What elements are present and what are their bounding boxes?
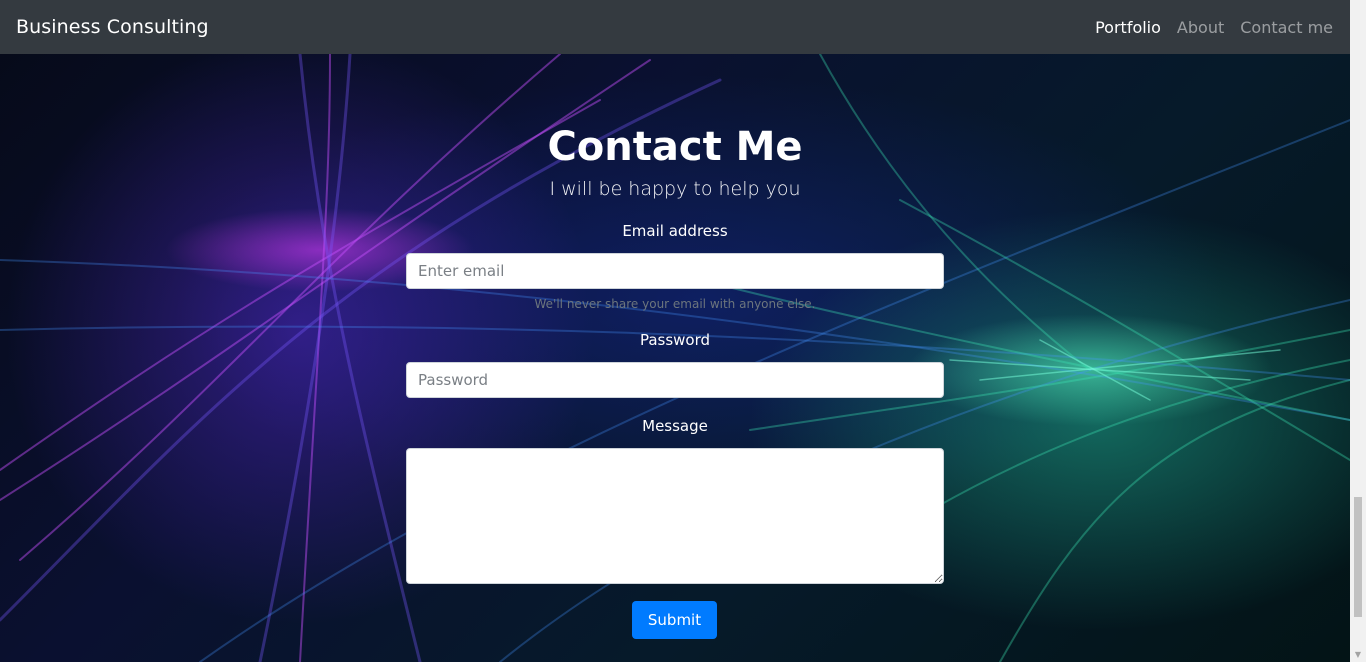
- message-textarea[interactable]: [406, 448, 944, 584]
- vertical-scrollbar[interactable]: ▼: [1350, 0, 1366, 662]
- email-help-text: We'll never share your email with anyone…: [534, 297, 816, 311]
- page: Business Consulting Portfolio About Cont…: [0, 0, 1366, 662]
- nav-link-about[interactable]: About: [1177, 18, 1224, 37]
- top-navbar: Business Consulting Portfolio About Cont…: [0, 0, 1350, 54]
- password-label: Password: [639, 331, 711, 349]
- nav-link-contact-me[interactable]: Contact me: [1240, 18, 1333, 37]
- message-label: Message: [642, 417, 708, 435]
- page-subtitle: I will be happy to help you: [549, 178, 801, 200]
- email-field[interactable]: [406, 253, 944, 289]
- brand-link[interactable]: Business Consulting: [16, 16, 209, 38]
- chevron-down-icon[interactable]: ▼: [1350, 646, 1366, 662]
- submit-button[interactable]: Submit: [632, 601, 717, 639]
- password-field[interactable]: [406, 362, 944, 398]
- contact-section: Contact Me I will be happy to help you E…: [0, 54, 1350, 662]
- scrollbar-thumb[interactable]: [1354, 497, 1362, 617]
- email-label: Email address: [622, 222, 728, 240]
- nav-links: Portfolio About Contact me: [1095, 18, 1333, 37]
- nav-link-portfolio[interactable]: Portfolio: [1095, 18, 1161, 37]
- page-title: Contact Me: [547, 124, 803, 170]
